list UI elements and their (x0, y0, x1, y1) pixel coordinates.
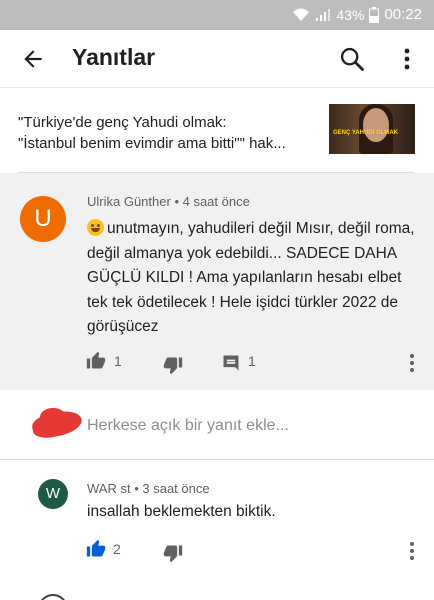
status-bar: 43% 00:22 (0, 0, 434, 30)
next-reply-avatar[interactable] (38, 594, 68, 600)
comment-icon[interactable] (221, 353, 241, 373)
more-vert-icon[interactable] (396, 46, 418, 72)
video-title-line1: "Türkiye'de genç Yahudi olmak: (18, 114, 227, 131)
thumb-down-icon[interactable] (163, 543, 183, 563)
reply-author: WAR st (87, 481, 131, 496)
video-thumbnail[interactable]: GENÇ YAHUDİ OLMAK (329, 104, 415, 154)
thumbnail-caption: GENÇ YAHUDİ OLMAK (333, 130, 399, 136)
avatar[interactable]: U (20, 196, 66, 242)
reply-time: 3 saat önce (142, 481, 210, 496)
video-title[interactable]: "Türkiye'de genç Yahudi olmak: "İstanbul… (18, 112, 318, 154)
like-count: 1 (114, 353, 122, 369)
comment-meta: Ulrika Günther • 4 saat önce (87, 194, 250, 209)
reply-comment: W WAR st • 3 saat önce insallah beklemek… (0, 461, 434, 571)
reply-input[interactable]: Herkese açık bir yanıt ekle... (87, 417, 289, 435)
video-reference[interactable]: "Türkiye'de genç Yahudi olmak: "İstanbul… (0, 88, 434, 172)
comment-time: 4 saat önce (182, 194, 250, 209)
status-bar-right: 43% 00:22 (292, 6, 422, 23)
comment-text-block: unutmayın, yahudileri değil Mısır, değil… (87, 217, 419, 340)
avatar[interactable]: W (38, 479, 68, 509)
comment-author: Ulrika Günther (87, 194, 171, 209)
signal-icon (316, 8, 331, 21)
thumb-up-icon[interactable] (86, 539, 106, 559)
reply-more-icon[interactable] (409, 541, 415, 561)
emoji-grin-icon (87, 219, 104, 236)
back-arrow-icon[interactable] (20, 46, 46, 72)
comment-text: unutmayın, yahudileri değil Mısır, değil… (87, 220, 415, 335)
page-title: Yanıtlar (72, 44, 156, 70)
comment-more-icon[interactable] (409, 353, 415, 373)
reply-input-row[interactable]: Herkese açık bir yanıt ekle... (0, 390, 434, 460)
meta-separator: • (174, 194, 183, 209)
clock: 00:22 (384, 6, 422, 23)
main-comment: U Ulrika Günther • 4 saat önce unutmayın… (0, 173, 434, 390)
redacted-avatar-part (40, 408, 66, 426)
reply-text: insallah beklemekten biktik. (87, 503, 276, 520)
battery-percent: 43% (336, 6, 365, 23)
video-title-line2: "İstanbul benim evimdir ama bitti"" hak.… (18, 135, 286, 152)
thumb-up-icon[interactable] (86, 351, 106, 371)
battery-icon (369, 6, 380, 23)
app-bar: Yanıtlar (0, 30, 434, 88)
reply-count: 1 (248, 353, 256, 369)
wifi-icon (293, 8, 310, 21)
thumb-down-icon[interactable] (163, 355, 183, 375)
like-count: 2 (113, 541, 121, 557)
search-icon[interactable] (338, 45, 366, 73)
reply-meta: WAR st • 3 saat önce (87, 481, 210, 496)
